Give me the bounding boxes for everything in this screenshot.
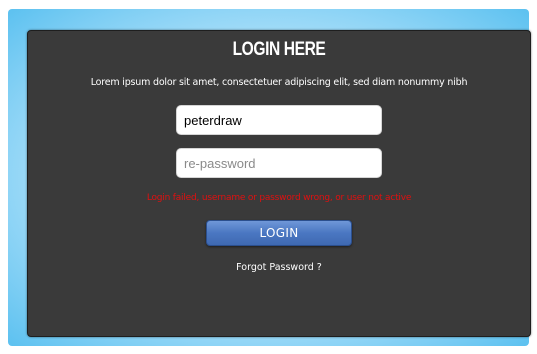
login-panel: LOGIN HERE Lorem ipsum dolor sit amet, c… — [27, 30, 531, 337]
password-input[interactable] — [176, 148, 382, 178]
login-error-message: Login failed, username or password wrong… — [146, 193, 412, 203]
login-button[interactable]: LOGIN — [206, 220, 352, 246]
username-input[interactable] — [176, 105, 382, 135]
forgot-password-link[interactable]: Forgot Password ? — [28, 262, 530, 273]
login-description: Lorem ipsum dolor sit amet, consectetuer… — [90, 77, 468, 88]
page-title: LOGIN HERE — [232, 39, 326, 60]
